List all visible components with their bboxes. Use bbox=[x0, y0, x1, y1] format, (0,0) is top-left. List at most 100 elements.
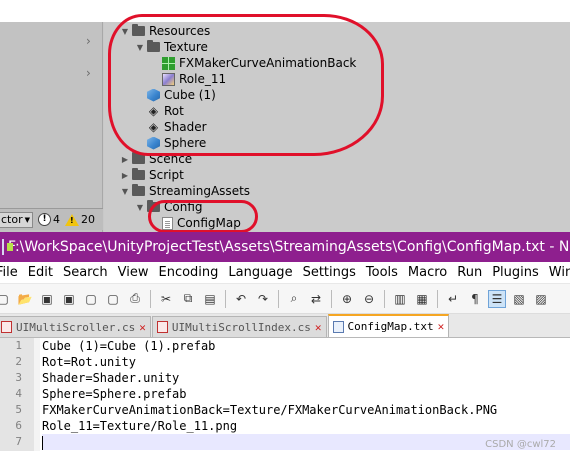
tree-item[interactable]: Role_11 bbox=[150, 71, 226, 87]
menu-encoding[interactable]: Encoding bbox=[153, 265, 223, 280]
tree-item-label: Resources bbox=[149, 24, 211, 38]
code-line-text: FXMakerCurveAnimationBack=Texture/FXMake… bbox=[42, 403, 498, 417]
menu-edit[interactable]: Edit bbox=[23, 265, 58, 280]
expand-down-icon[interactable]: ▼ bbox=[135, 203, 145, 212]
chevron-right-icon[interactable]: › bbox=[86, 66, 96, 80]
menu-language[interactable]: Language bbox=[223, 265, 297, 280]
tab-label: ConfigMap.txt bbox=[347, 320, 434, 333]
zoom-in-icon[interactable]: ⊕ bbox=[338, 290, 356, 308]
sync-horizontal-icon[interactable]: ▦ bbox=[413, 290, 431, 308]
folder-icon bbox=[132, 152, 145, 164]
chevron-right-icon[interactable]: › bbox=[86, 34, 96, 48]
menu-plugins[interactable]: Plugins bbox=[487, 265, 544, 280]
code-line[interactable]: Cube (1)=Cube (1).prefab bbox=[42, 338, 570, 354]
expand-right-icon[interactable]: ▶ bbox=[120, 171, 130, 180]
copy-icon[interactable]: ⧉ bbox=[179, 290, 197, 308]
doc-map-icon[interactable]: ▨ bbox=[532, 290, 550, 308]
paste-icon[interactable]: ▤ bbox=[201, 290, 219, 308]
menu-search[interactable]: Search bbox=[58, 265, 113, 280]
filter-dropdown[interactable]: ctor ▼ bbox=[0, 211, 34, 228]
line-number: 2 bbox=[15, 355, 22, 368]
new-file-icon[interactable]: ▢ bbox=[0, 290, 12, 308]
menu-win[interactable]: Win bbox=[544, 265, 570, 280]
open-file-icon[interactable]: 📂 bbox=[16, 290, 34, 308]
notepad-window: F:\WorkSpace\UnityProjectTest\Assets\Str… bbox=[0, 232, 570, 451]
tree-item-label: Sphere bbox=[164, 136, 207, 150]
close-icon[interactable]: ▢ bbox=[82, 290, 100, 308]
redo-icon[interactable]: ↷ bbox=[254, 290, 272, 308]
file-icon bbox=[332, 320, 344, 333]
tree-item[interactable]: ◈ Shader bbox=[135, 119, 207, 135]
menu-settings[interactable]: Settings bbox=[298, 265, 361, 280]
tree-item[interactable]: Cube (1) bbox=[135, 87, 216, 103]
code-area[interactable]: Cube (1)=Cube (1).prefab Rot=Rot.unity Sha… bbox=[42, 338, 570, 450]
file-icon bbox=[156, 321, 168, 333]
file-tab[interactable]: UIMultiScrollIndex.cs ✕ bbox=[151, 316, 327, 337]
tree-item-label: Texture bbox=[164, 40, 208, 54]
tree-item-label: Role_11 bbox=[179, 72, 227, 86]
word-wrap-icon[interactable]: ↵ bbox=[444, 290, 462, 308]
fold-margin bbox=[34, 338, 40, 451]
code-line[interactable]: FXMakerCurveAnimationBack=Texture/FXMake… bbox=[42, 402, 570, 418]
text-file-icon bbox=[162, 216, 173, 230]
tree-item-label: Shader bbox=[164, 120, 207, 134]
sync-vertical-icon[interactable]: ▥ bbox=[391, 290, 409, 308]
replace-icon[interactable]: ⇄ bbox=[307, 290, 325, 308]
menu-file[interactable]: File bbox=[0, 265, 23, 280]
user-lang-icon[interactable]: ▧ bbox=[510, 290, 528, 308]
tree-item[interactable]: ConfigMap bbox=[150, 215, 241, 231]
close-tab-icon[interactable]: ✕ bbox=[315, 321, 322, 334]
save-icon[interactable]: ▣ bbox=[38, 290, 56, 308]
title-bar: F:\WorkSpace\UnityProjectTest\Assets\Str… bbox=[0, 232, 570, 262]
tree-item-label: StreamingAssets bbox=[149, 184, 251, 198]
tree-item[interactable]: ▼ Config bbox=[135, 199, 203, 215]
indent-guide-icon[interactable]: ☰ bbox=[488, 289, 506, 308]
tree-item[interactable]: ▶ Script bbox=[120, 167, 184, 183]
tree-item[interactable]: Sphere bbox=[135, 135, 206, 151]
tree-item[interactable]: ▼ Texture bbox=[135, 39, 208, 55]
print-icon[interactable]: ⎙ bbox=[126, 290, 144, 308]
menu-run[interactable]: Run bbox=[452, 265, 487, 280]
tree-item[interactable]: ◈ Rot bbox=[135, 103, 184, 119]
close-all-icon[interactable]: ▢ bbox=[104, 290, 122, 308]
tree-item[interactable]: ▼ StreamingAssets bbox=[120, 183, 250, 199]
line-number: 6 bbox=[15, 419, 22, 432]
file-tab[interactable]: UIMultiScroller.cs ✕ bbox=[0, 316, 151, 337]
find-icon[interactable]: ⌕ bbox=[285, 290, 303, 308]
expand-down-icon[interactable]: ▼ bbox=[120, 27, 130, 36]
folder-icon bbox=[132, 184, 145, 196]
text-caret bbox=[42, 435, 43, 450]
toolbar-separator bbox=[278, 289, 279, 308]
warning-count-badge[interactable]: ! 20 bbox=[65, 213, 95, 226]
code-line[interactable]: Sphere=Sphere.prefab bbox=[42, 386, 570, 402]
info-count-badge[interactable]: ! 4 bbox=[38, 213, 60, 226]
close-tab-icon[interactable]: ✕ bbox=[139, 321, 146, 334]
expand-down-icon[interactable]: ▼ bbox=[135, 43, 145, 52]
code-line[interactable]: Rot=Rot.unity bbox=[42, 354, 570, 370]
tree-item[interactable]: ▼ Resources bbox=[120, 23, 210, 39]
cut-icon[interactable]: ✂ bbox=[157, 290, 175, 308]
expand-down-icon[interactable]: ▼ bbox=[120, 187, 130, 196]
menu-macro[interactable]: Macro bbox=[403, 265, 452, 280]
expand-right-icon[interactable]: ▶ bbox=[120, 155, 130, 164]
folder-icon bbox=[147, 200, 160, 212]
code-line[interactable]: Role_11=Texture/Role_11.png bbox=[42, 418, 570, 434]
code-line[interactable]: Shader=Shader.unity bbox=[42, 370, 570, 386]
close-tab-icon[interactable]: ✕ bbox=[438, 320, 445, 333]
line-number: 3 bbox=[15, 371, 22, 384]
menu-view[interactable]: View bbox=[113, 265, 154, 280]
texture-icon bbox=[162, 56, 175, 70]
tree-item[interactable]: ▶ Scence bbox=[120, 151, 192, 167]
menu-tools[interactable]: Tools bbox=[361, 265, 403, 280]
file-tab[interactable]: ConfigMap.txt ✕ bbox=[327, 314, 450, 337]
tree-item[interactable]: FXMakerCurveAnimationBack bbox=[150, 55, 356, 71]
tree-item-label: ConfigMap bbox=[177, 216, 241, 230]
line-number-gutter: 1 2 3 4 5 6 7 bbox=[0, 338, 34, 451]
undo-icon[interactable]: ↶ bbox=[232, 290, 250, 308]
zoom-out-icon[interactable]: ⊖ bbox=[360, 290, 378, 308]
show-all-chars-icon[interactable]: ¶ bbox=[466, 290, 484, 308]
folder-icon bbox=[132, 24, 145, 36]
editor[interactable]: 1 2 3 4 5 6 7 Cube (1)=Cube (1).prefab Rot=Rot.… bbox=[0, 338, 570, 451]
save-all-icon[interactable]: ▣ bbox=[60, 290, 78, 308]
code-line-text: Role_11=Texture/Role_11.png bbox=[42, 419, 238, 433]
